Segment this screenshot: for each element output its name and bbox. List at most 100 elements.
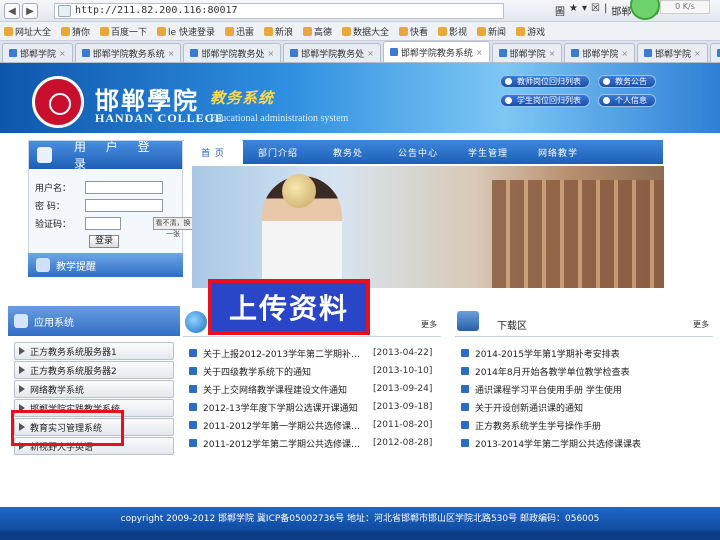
header-button-profile[interactable]: 个人信息 (598, 94, 656, 107)
favorite-item[interactable]: 猜你 (61, 25, 90, 38)
favorite-label: 网址大全 (15, 27, 52, 38)
captcha-input[interactable] (85, 217, 121, 230)
favorite-item[interactable]: 网址大全 (4, 25, 51, 38)
news-title[interactable]: 2011-2012学年第二学期公共选修课… (203, 437, 373, 450)
download-title-item[interactable]: 通识课程学习平台使用手册 学生使用 (475, 383, 715, 396)
captcha-label: 验证码： (35, 220, 72, 230)
news-more-link[interactable]: 更多 (421, 319, 437, 330)
back-icon[interactable]: ◀ (4, 3, 20, 19)
header-button-teacher[interactable]: 教师岗位回归列表 (500, 75, 590, 88)
nav-item[interactable]: 部门介绍 (243, 140, 313, 164)
news-title[interactable]: 关于四级教学系统下的通知 (203, 365, 373, 378)
news-title[interactable]: 关于上交网络教学课程建设文件通知 (203, 383, 373, 396)
favorite-item[interactable]: 新浪 (263, 25, 293, 38)
favorite-icon (302, 26, 312, 36)
download-row[interactable]: 正方教务系统学生学号操作手册 (455, 417, 715, 433)
news-row[interactable]: 2011-2012学年第一学期公共选修课… [2011-08-20] (183, 417, 443, 433)
tab-label: 邯郸学院教务系统 (92, 49, 165, 60)
favorite-item[interactable]: 迅雷 (224, 25, 254, 38)
browser-address-bar: ◀ ▶ http://211.82.200.116:80017 圖 ★ ▾ ☒ … (0, 0, 720, 22)
bullet-icon (189, 421, 197, 429)
download-title-item[interactable]: 2014年8月开始各教学单位教学检查表 (475, 365, 715, 378)
browser-tab[interactable]: 邯郸学院教务系统 × (74, 43, 182, 62)
forward-icon[interactable]: ▶ (22, 3, 38, 19)
favorite-item[interactable]: 高德 (302, 25, 332, 38)
download-title-item[interactable]: 正方教务系统学生学号操作手册 (475, 419, 715, 432)
browser-tab[interactable]: 邯郸学院× (2, 43, 73, 62)
nav-item[interactable]: 首 页 (183, 140, 243, 164)
upload-callout: 上传资料 (208, 279, 370, 335)
password-input[interactable] (85, 199, 163, 212)
captcha-refresh[interactable]: 看不清，换一张 (153, 217, 193, 238)
download-title-item[interactable]: 2013-2014学年第二学期公共选修课课表 (475, 437, 715, 450)
bullet-icon (189, 439, 197, 447)
news-date: [2013-09-18] (373, 402, 433, 412)
favorite-item[interactable]: 新闻 (477, 25, 506, 38)
bullet-icon (189, 385, 197, 393)
news-title[interactable]: 关于上报2012-2013学年第二学期补… (203, 347, 373, 360)
favorite-item[interactable]: 百度一下 (100, 25, 147, 38)
close-icon[interactable]: × (168, 49, 175, 58)
close-icon[interactable]: × (59, 49, 66, 58)
header-button-student[interactable]: 学生岗位回归列表 (500, 94, 590, 107)
download-row[interactable]: 关于开设创新通识课的通知 (455, 399, 715, 415)
star-icon[interactable]: ★ (569, 3, 578, 18)
nav-item[interactable]: 学生管理 (453, 140, 523, 164)
header-button-notice[interactable]: 教务公告 (598, 75, 656, 88)
close-icon[interactable]: × (694, 49, 701, 58)
nav-item[interactable]: 网络教学 (523, 140, 593, 164)
download-title-item[interactable]: 关于开设创新通识课的通知 (475, 401, 715, 414)
close-icon[interactable]: × (367, 49, 374, 58)
favorite-item[interactable]: le 快速登录 (157, 25, 215, 38)
tab-label: 邯郸学院教务系统 (400, 48, 473, 59)
download-title-item[interactable]: 2014-2015学年第1学期补考安排表 (475, 347, 715, 360)
news-title[interactable]: 2012-13学年度下学期公选课开课通知 (203, 401, 373, 414)
browser-tab[interactable]: 邯郸学院× (564, 43, 636, 62)
close-icon[interactable]: × (267, 49, 274, 58)
news-row[interactable]: 2011-2012学年第二学期公共选修课… [2012-08-28] (183, 435, 443, 451)
arrow-right-icon (19, 366, 25, 374)
news-row[interactable]: 关于上交网络教学课程建设文件通知 [2013-09-24] (183, 381, 443, 397)
news-row[interactable]: 2012-13学年度下学期公选课开课通知 [2013-09-18] (183, 399, 443, 415)
stop-icon[interactable]: ☒ (591, 3, 600, 18)
browser-tab[interactable]: 邯郸学院教务处 × (183, 43, 282, 62)
url-input[interactable]: http://211.82.200.116:80017 (54, 3, 504, 19)
favorite-item[interactable]: 快看 (399, 25, 428, 38)
download-row[interactable]: 2014年8月开始各教学单位教学检查表 (455, 363, 715, 379)
browser-tab[interactable]: 邯郸学院× (491, 43, 563, 62)
app-item[interactable]: 正方教务系统服务器1 (14, 342, 174, 360)
close-icon[interactable]: × (549, 49, 556, 58)
download-row[interactable]: 2014-2015学年第1学期补考安排表 (455, 345, 715, 361)
close-icon[interactable]: × (476, 48, 483, 57)
login-button[interactable]: 登录 (89, 235, 119, 248)
nav-item[interactable]: 教务处 (313, 140, 383, 164)
favorite-item[interactable]: 影视 (438, 25, 467, 38)
app-item-label: 正方教务系统服务器1 (30, 347, 117, 358)
username-input[interactable] (85, 181, 163, 194)
app-item[interactable]: 正方教务系统服务器2 (14, 361, 174, 379)
browser-tab[interactable]: 邯郸学院教务系统 × (382, 41, 490, 62)
download-row[interactable]: 2013-2014学年第二学期公共选修课课表 (455, 435, 715, 451)
nav-item[interactable]: 公告中心 (383, 140, 453, 164)
browser-tab[interactable]: 邯郸学院× (709, 43, 720, 62)
footer-strip (0, 531, 720, 540)
browser-tab[interactable]: 邯郸学院× (637, 43, 708, 62)
news-row[interactable]: 关于上报2012-2013学年第二学期补… [2013-04-22] (183, 345, 443, 361)
app-item[interactable]: 网络教学系统 (14, 380, 174, 398)
bullet-icon (461, 403, 469, 411)
close-icon[interactable]: × (621, 49, 628, 58)
download-row[interactable]: 通识课程学习平台使用手册 学生使用 (455, 381, 715, 397)
browser-tab[interactable]: 邯郸学院教务处 × (283, 43, 381, 62)
favorite-item[interactable]: 游戏 (516, 25, 545, 38)
favorite-item[interactable]: 数据大全 (342, 25, 389, 38)
username-row: 用户名： (35, 181, 163, 194)
news-row[interactable]: 关于四级教学系统下的通知 [2013-10-10] (183, 363, 443, 379)
reader-icon[interactable]: 圖 (555, 3, 565, 18)
dropdown-icon[interactable]: ▾ (582, 3, 587, 18)
apps-title: 应用系统 (34, 317, 74, 329)
site-header: 邯郸學院 教务系统 HANDAN COLLEGE Educational adm… (0, 63, 720, 133)
favorites-bar: 网址大全 猜你 百度一下 le 快速登录 迅雷 新浪 高德 数据大全 快看 影视 新闻 游戏 (0, 22, 720, 41)
download-more-link[interactable]: 更多 (693, 319, 709, 330)
news-title[interactable]: 2011-2012学年第一学期公共选修课… (203, 419, 373, 432)
tab-favicon-icon (290, 49, 299, 57)
